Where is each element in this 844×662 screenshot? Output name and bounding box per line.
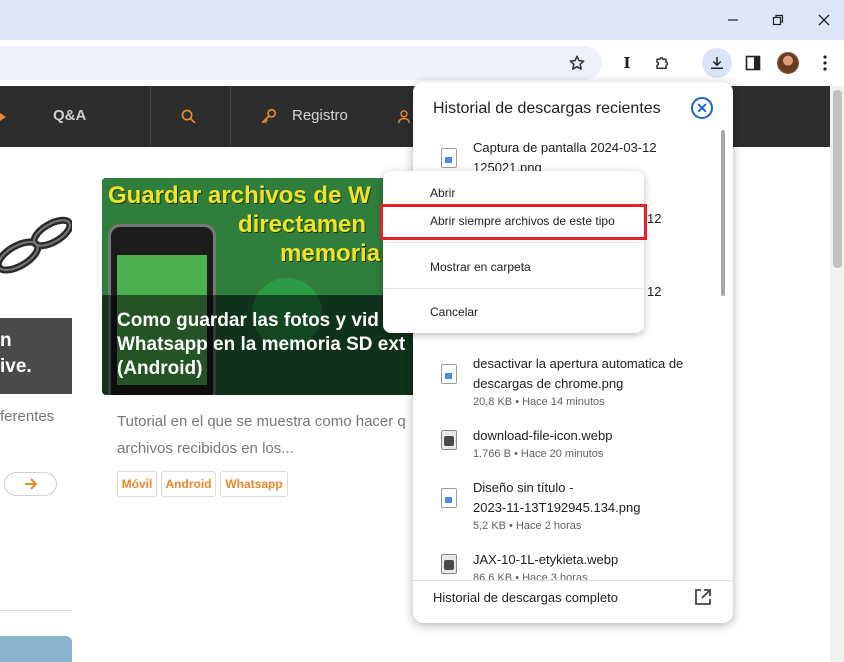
downloads-title: Historial de descargas recientes	[433, 100, 661, 117]
divider	[0, 610, 72, 611]
download-name-line: descargas de chrome.png	[473, 376, 624, 391]
nav-divider	[150, 86, 151, 147]
sidepanel-icon[interactable]	[738, 48, 768, 78]
article-title-line: (Android)	[117, 358, 203, 379]
downloads-panel: Historial de descargas recientes ✕ Captu…	[413, 82, 733, 623]
download-name: JAX-10-1L-etykieta.webp	[473, 552, 619, 567]
article-excerpt: Tutorial en el que se muestra como hacer…	[117, 408, 417, 462]
download-name: 12	[647, 211, 662, 226]
page-scrollbar-thumb[interactable]	[833, 90, 842, 268]
more-icon[interactable]	[810, 48, 840, 78]
image-file-icon	[441, 148, 457, 168]
download-meta: 86,6 KB • Hace 3 horas	[473, 572, 588, 580]
restore-icon[interactable]	[755, 0, 801, 40]
open-external-icon[interactable]	[693, 587, 713, 607]
dropdown-arrow-icon	[0, 113, 6, 121]
star-icon[interactable]	[562, 48, 592, 78]
menu-item-always-open[interactable]: Abrir siempre archivos de este tipo	[383, 207, 644, 235]
tag-android[interactable]: Android	[161, 471, 216, 497]
left-card-caption[interactable]: n ive.	[0, 318, 72, 394]
image-file-icon	[441, 488, 457, 508]
article-title[interactable]: Como guardar las fotos y vid Whatsapp en…	[117, 309, 417, 381]
webp-file-icon	[441, 430, 457, 450]
download-name: 12	[647, 284, 662, 299]
banner-text: memoria	[280, 240, 381, 267]
download-name-line: desactivar la apertura automatica de	[473, 356, 684, 371]
next-card-image[interactable]	[0, 636, 72, 662]
user-icon[interactable]	[396, 108, 412, 125]
menu-divider	[383, 242, 644, 243]
profile-avatar[interactable]	[777, 52, 799, 74]
browser-toolbar: I	[0, 40, 844, 86]
download-icon[interactable]	[702, 48, 732, 78]
download-name-line: Captura de pantalla 2024-03-12	[473, 140, 657, 155]
download-meta: 5,2 KB • Hace 2 horas	[473, 520, 582, 532]
downloads-scrollbar[interactable]	[721, 130, 725, 296]
read-more-button[interactable]	[4, 472, 57, 496]
excerpt-line: Tutorial en el que se muestra como hacer…	[117, 413, 406, 430]
search-icon[interactable]	[180, 108, 197, 125]
left-card-caption-line: ive.	[0, 356, 32, 377]
menu-item-show-in-folder[interactable]: Mostrar en carpeta	[383, 253, 644, 281]
divider	[413, 580, 733, 581]
left-card-image[interactable]	[0, 178, 72, 318]
tag-whatsapp[interactable]: Whatsapp	[220, 471, 288, 497]
download-meta: 20,8 KB • Hace 14 minutos	[473, 396, 605, 408]
download-context-menu: Abrir Abrir siempre archivos de este tip…	[383, 171, 644, 333]
left-card-excerpt: ferentes	[0, 408, 55, 425]
close-icon[interactable]: ✕	[691, 97, 713, 119]
nav-qa-link[interactable]: Q&A	[53, 107, 86, 124]
key-icon	[261, 108, 277, 124]
close-icon[interactable]	[801, 0, 844, 40]
banner-text: Guardar archivos de W	[108, 182, 371, 209]
menu-divider	[383, 288, 644, 289]
banner-text: directamen	[238, 211, 367, 238]
download-name: Diseño sin título - 2023-11-13T192945.13…	[473, 478, 703, 518]
download-name-line: 2023-11-13T192945.134.png	[473, 500, 641, 515]
tag-movil[interactable]: Móvil	[117, 471, 157, 497]
download-name-line: Diseño sin título -	[473, 480, 574, 495]
download-name: download-file-icon.webp	[473, 428, 613, 443]
nav-register-link[interactable]: Registro	[292, 107, 348, 124]
webp-file-icon	[441, 554, 457, 574]
chain-illustration	[0, 216, 72, 274]
download-meta: 1.766 B • Hace 20 minutos	[473, 448, 604, 460]
menu-item-cancel[interactable]: Cancelar	[383, 298, 644, 326]
address-bar[interactable]	[0, 46, 602, 80]
excerpt-line: archivos recibidos en los...	[117, 440, 294, 457]
full-history-link[interactable]: Historial de descargas completo	[433, 590, 618, 605]
extensions-icon[interactable]	[648, 48, 678, 78]
article-title-line: Whatsapp en la memoria SD ext	[117, 334, 406, 355]
download-name: desactivar la apertura automatica de des…	[473, 354, 703, 394]
image-file-icon	[441, 364, 457, 384]
title-bar	[0, 0, 844, 40]
arrow-right-icon	[24, 478, 37, 490]
article-title-line: Como guardar las fotos y vid	[117, 310, 379, 331]
left-card-caption-line: n	[0, 330, 12, 351]
minimize-icon[interactable]	[710, 0, 756, 40]
nav-divider	[230, 86, 231, 147]
menu-item-open[interactable]: Abrir	[383, 179, 644, 207]
text-cursor-icon[interactable]: I	[612, 48, 642, 78]
